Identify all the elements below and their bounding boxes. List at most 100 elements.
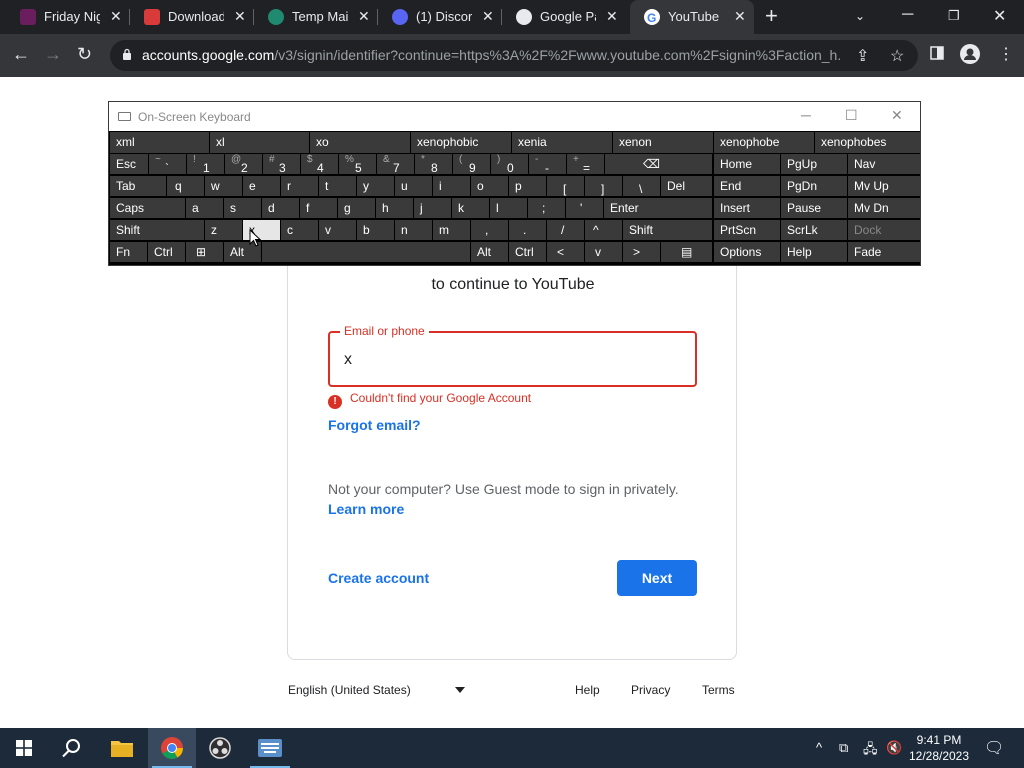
key-f[interactable]: f [300, 198, 337, 218]
start-button[interactable] [0, 728, 48, 768]
next-button[interactable]: Next [617, 560, 697, 596]
key-v[interactable]: v [319, 220, 356, 240]
key-space[interactable] [262, 242, 470, 262]
share-icon[interactable]: ⇪ [856, 46, 869, 66]
key-h[interactable]: h [376, 198, 413, 218]
new-tab-icon[interactable]: + [765, 3, 778, 29]
key-p[interactable]: p [509, 176, 546, 196]
suggestion[interactable]: xl [210, 132, 309, 153]
key-left-bracket[interactable]: [ [547, 176, 584, 196]
email-field[interactable]: Email or phone [328, 324, 697, 387]
key-5[interactable]: % 5 [339, 154, 376, 175]
key-shift-left[interactable]: Shift [110, 220, 204, 240]
tab-google-passwords[interactable]: Google Pa ✕ [502, 0, 626, 34]
help-link[interactable]: Help [575, 683, 600, 697]
close-icon[interactable]: ✕ [110, 8, 122, 25]
key-del[interactable]: Del [661, 176, 712, 196]
window-close-icon[interactable]: ✕ [993, 6, 1006, 26]
clock[interactable]: 9:41 PM 12/28/2023 [905, 732, 973, 764]
key-left-arrow[interactable]: < [547, 242, 584, 262]
language-selector[interactable]: English (United States) [288, 683, 411, 697]
key-8[interactable]: * 8 [415, 154, 452, 175]
key-w[interactable]: w [205, 176, 242, 196]
tab-discord[interactable]: (1) Discord ✕ [378, 0, 502, 34]
tab-friday-night[interactable]: Friday Nig ✕ [6, 0, 130, 34]
show-hidden-icons-icon[interactable]: ^ [816, 740, 822, 755]
key-ctrl-left[interactable]: Ctrl [148, 242, 185, 262]
key-k[interactable]: k [452, 198, 489, 218]
osk-title-bar[interactable]: On-Screen Keyboard ─ ☐ ✕ [109, 102, 920, 131]
suggestion[interactable]: xenophobe [714, 132, 814, 153]
back-icon[interactable]: ← [12, 44, 30, 65]
key-scrlk[interactable]: ScrLk [781, 220, 847, 240]
suggestion[interactable]: xenophobes [815, 132, 920, 153]
create-account-link[interactable]: Create account [328, 570, 429, 586]
close-icon[interactable]: ✕ [891, 107, 903, 124]
key-quote[interactable]: ' [566, 198, 603, 218]
key-equals[interactable]: + = [567, 154, 604, 175]
key-q[interactable]: q [167, 176, 204, 196]
key-backslash[interactable]: \ [623, 176, 660, 196]
key-y[interactable]: y [357, 176, 394, 196]
close-icon[interactable]: ✕ [482, 8, 494, 25]
key-right-arrow[interactable]: > [623, 242, 660, 262]
key-esc[interactable]: Esc [110, 154, 148, 174]
key-s[interactable]: s [224, 198, 261, 218]
key-nav[interactable]: Nav [848, 154, 920, 174]
key-fn[interactable]: Fn [110, 242, 147, 262]
key-z[interactable]: z [205, 220, 242, 240]
key-backspace[interactable]: ⌫ [605, 154, 712, 174]
search-button[interactable] [48, 728, 96, 768]
tab-temp-mail[interactable]: Temp Mail ✕ [254, 0, 378, 34]
key-fade[interactable]: Fade [848, 242, 920, 262]
chrome-button[interactable] [148, 728, 196, 768]
key-4[interactable]: $4 [301, 154, 338, 175]
key-right-bracket[interactable]: ] [585, 176, 622, 196]
key-u[interactable]: u [395, 176, 432, 196]
key-l[interactable]: l [490, 198, 527, 218]
forgot-email-link[interactable]: Forgot email? [328, 417, 421, 433]
side-panel-icon[interactable] [930, 46, 944, 65]
key-semicolon[interactable]: ; [528, 198, 565, 218]
close-icon[interactable]: ✕ [606, 8, 618, 25]
key-d[interactable]: d [262, 198, 299, 218]
tab-search-icon[interactable]: ⌄ [855, 9, 865, 23]
key-backtick[interactable]: ~ ` [149, 154, 186, 175]
network-icon[interactable]: 🖧 [863, 740, 878, 762]
on-screen-keyboard-button[interactable] [246, 728, 294, 768]
forward-icon[interactable]: → [44, 44, 62, 65]
key-down-arrow[interactable]: v [585, 242, 622, 262]
key-help[interactable]: Help [781, 242, 847, 262]
tab-download[interactable]: Download ✕ [130, 0, 254, 34]
key-ctrl-right[interactable]: Ctrl [509, 242, 546, 262]
key-slash[interactable]: / [547, 220, 584, 240]
key-caps[interactable]: Caps [110, 198, 185, 218]
key-2[interactable]: @2 [225, 154, 262, 175]
key-i[interactable]: i [433, 176, 470, 196]
key-t[interactable]: t [319, 176, 356, 196]
key-windows[interactable]: ⊞ [186, 242, 223, 262]
volume-muted-icon[interactable]: 🔇 [886, 740, 902, 756]
suggestion[interactable]: xo [310, 132, 410, 153]
meet-now-icon[interactable]: ⧉ [839, 740, 848, 756]
key-e[interactable]: e [243, 176, 280, 196]
key-minus[interactable]: -- [529, 154, 566, 175]
key-7[interactable]: & 7 [377, 154, 414, 175]
key-g[interactable]: g [338, 198, 375, 218]
key-b[interactable]: b [357, 220, 394, 240]
address-bar[interactable]: accounts.google.com/v3/signin/identifier… [110, 40, 918, 71]
key-comma[interactable]: , [471, 220, 508, 240]
key-m[interactable]: m [433, 220, 470, 240]
key-9[interactable]: (9 [453, 154, 490, 175]
close-icon[interactable]: ✕ [358, 8, 370, 25]
key-end[interactable]: End [714, 176, 780, 196]
maximize-icon[interactable]: ☐ [845, 107, 858, 124]
chevron-down-icon[interactable] [455, 687, 465, 693]
key-r[interactable]: r [281, 176, 318, 196]
key-tab[interactable]: Tab [110, 176, 166, 196]
terms-link[interactable]: Terms [702, 683, 735, 697]
suggestion[interactable]: xml [110, 132, 209, 153]
suggestion[interactable]: xenophobic [411, 132, 511, 153]
menu-icon[interactable]: ⋮ [998, 44, 1014, 64]
key-pgup[interactable]: PgUp [781, 154, 847, 174]
